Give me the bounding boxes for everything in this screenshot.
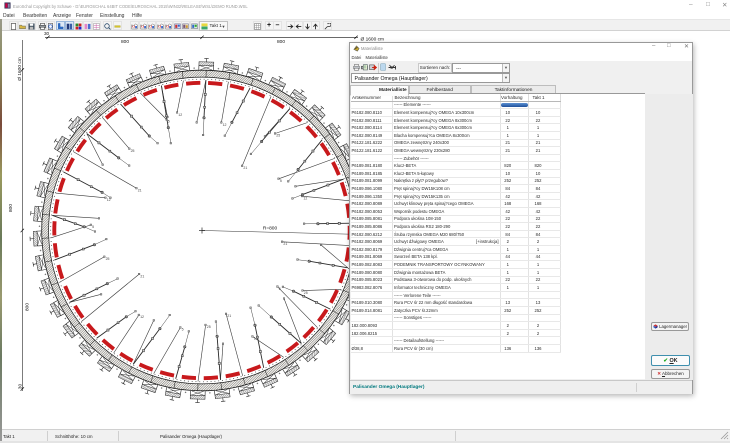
svg-text:30: 30 [44,31,50,36]
svg-text:21: 21 [243,166,247,170]
svg-text:21: 21 [227,314,231,318]
svg-text:25: 25 [207,325,211,329]
svg-text:25: 25 [276,134,280,138]
svg-text:800: 800 [277,39,285,45]
svg-text:25: 25 [304,291,308,295]
svg-text:21: 21 [138,189,142,193]
svg-text:12: 12 [178,113,182,117]
svg-text:25: 25 [106,257,110,261]
svg-text:21: 21 [283,242,287,246]
svg-text:5: 5 [182,328,184,332]
svg-text:12: 12 [303,196,307,200]
svg-text:12: 12 [140,315,144,319]
svg-text:21: 21 [140,274,144,278]
svg-text:Ø 1600 cm: Ø 1600 cm [17,57,23,80]
svg-text:5: 5 [279,287,281,291]
svg-text:800: 800 [8,204,14,212]
svg-text:25: 25 [131,149,135,153]
svg-text:800: 800 [121,39,129,45]
svg-text:12: 12 [223,123,227,127]
svg-text:30: 30 [18,384,23,390]
svg-text:5: 5 [280,179,282,183]
svg-text:R=800: R=800 [263,226,278,232]
svg-text:5: 5 [92,225,94,229]
svg-text:5: 5 [168,120,170,124]
svg-text:800: 800 [25,303,31,311]
